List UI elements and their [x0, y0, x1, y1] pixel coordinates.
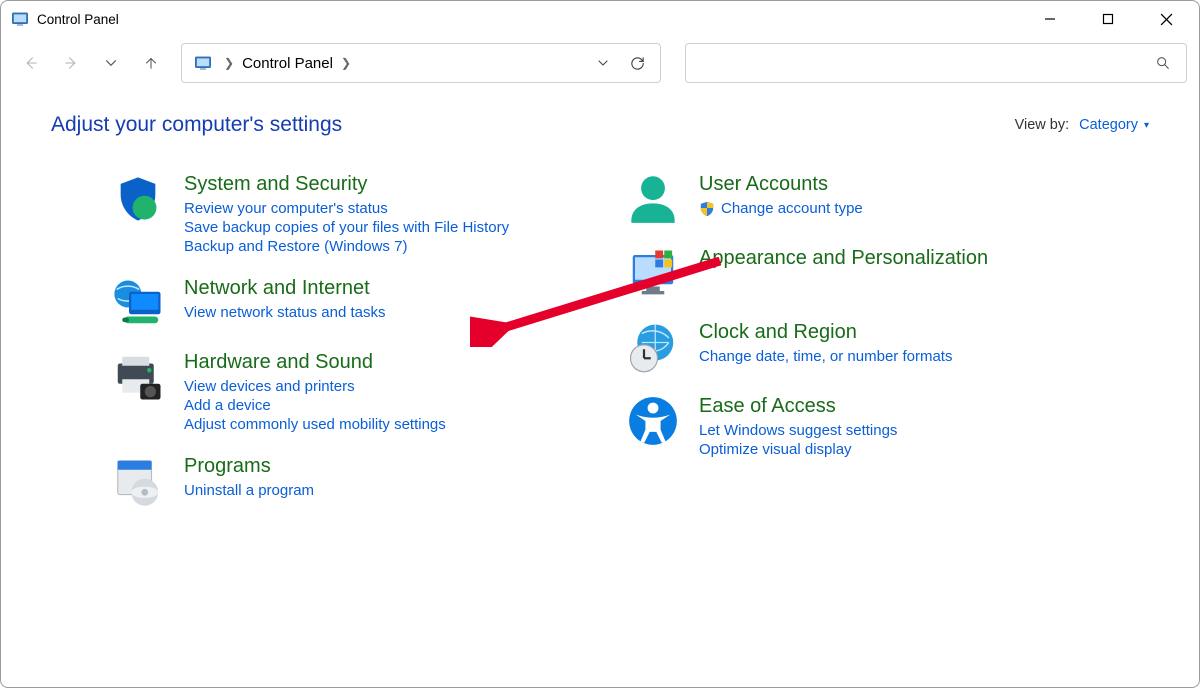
programs-icon — [110, 453, 166, 509]
monitor-icon — [625, 245, 681, 301]
user-icon — [625, 171, 681, 227]
titlebar: Control Panel — [1, 1, 1199, 37]
category-title[interactable]: System and Security — [184, 173, 585, 196]
category-grid: System and Security Review your computer… — [100, 167, 1100, 523]
shield-icon — [110, 171, 166, 227]
window-title: Control Panel — [37, 12, 119, 27]
search-input[interactable] — [692, 55, 1146, 71]
caret-down-icon: ▾ — [1144, 120, 1149, 131]
category-clock-and-region: Clock and Region Change date, time, or n… — [615, 315, 1100, 389]
category-appearance: Appearance and Personalization — [615, 241, 1100, 315]
search-box[interactable] — [685, 43, 1187, 83]
category-title[interactable]: Programs — [184, 455, 585, 478]
chevron-right-icon[interactable]: ❯ — [337, 56, 355, 70]
nav-forward-button[interactable] — [53, 45, 89, 81]
category-programs: Programs Uninstall a program — [100, 449, 585, 523]
category-network-and-internet: Network and Internet View network status… — [100, 271, 585, 345]
chevron-right-icon[interactable]: ❯ — [220, 56, 238, 70]
breadcrumb-control-panel[interactable]: Control Panel — [238, 53, 337, 74]
link-change-account-type[interactable]: Change account type — [699, 200, 1100, 217]
nav-toolbar: ❯ Control Panel ❯ — [1, 37, 1199, 93]
window-maximize-button[interactable] — [1079, 1, 1137, 37]
link-windows-suggest[interactable]: Let Windows suggest settings — [699, 422, 1100, 439]
view-by-dropdown[interactable]: Category ▾ — [1079, 117, 1149, 133]
window-close-button[interactable] — [1137, 1, 1195, 37]
category-hardware-and-sound: Hardware and Sound View devices and prin… — [100, 345, 585, 449]
category-system-and-security: System and Security Review your computer… — [100, 167, 585, 271]
left-column: System and Security Review your computer… — [100, 167, 585, 523]
link-backup-restore[interactable]: Backup and Restore (Windows 7) — [184, 238, 585, 255]
category-title[interactable]: Network and Internet — [184, 277, 585, 300]
content-header: Adjust your computer's settings View by:… — [51, 113, 1149, 137]
window-minimize-button[interactable] — [1021, 1, 1079, 37]
link-optimize-display[interactable]: Optimize visual display — [699, 441, 1100, 458]
link-mobility-settings[interactable]: Adjust commonly used mobility settings — [184, 416, 585, 433]
link-file-history[interactable]: Save backup copies of your files with Fi… — [184, 219, 585, 236]
control-panel-icon — [11, 10, 29, 28]
control-panel-icon — [194, 53, 214, 73]
category-title[interactable]: User Accounts — [699, 173, 1100, 196]
uac-shield-icon — [699, 201, 715, 217]
category-title[interactable]: Hardware and Sound — [184, 351, 585, 374]
link-devices-printers[interactable]: View devices and printers — [184, 378, 585, 395]
nav-back-button[interactable] — [13, 45, 49, 81]
right-column: User Accounts — [615, 167, 1100, 523]
network-icon — [110, 275, 166, 331]
nav-recent-dropdown[interactable] — [93, 45, 129, 81]
refresh-button[interactable] — [620, 44, 654, 82]
category-user-accounts: User Accounts — [615, 167, 1100, 241]
link-review-status[interactable]: Review your computer's status — [184, 200, 585, 217]
view-by-value: Category — [1079, 117, 1138, 133]
window-frame: Control Panel — [0, 0, 1200, 688]
link-network-status[interactable]: View network status and tasks — [184, 304, 585, 321]
content-area: Adjust your computer's settings View by:… — [1, 93, 1199, 687]
address-bar[interactable]: ❯ Control Panel ❯ — [181, 43, 661, 83]
printer-icon — [110, 349, 166, 405]
view-by-label: View by: — [1015, 117, 1070, 133]
category-title[interactable]: Appearance and Personalization — [699, 247, 1100, 270]
nav-up-button[interactable] — [133, 45, 169, 81]
clock-globe-icon — [625, 319, 681, 375]
link-uninstall-program[interactable]: Uninstall a program — [184, 482, 585, 499]
link-text: Change account type — [721, 200, 863, 217]
accessibility-icon — [625, 393, 681, 449]
category-title[interactable]: Ease of Access — [699, 395, 1100, 418]
search-icon[interactable] — [1146, 44, 1180, 82]
link-date-time-formats[interactable]: Change date, time, or number formats — [699, 348, 1100, 365]
page-heading: Adjust your computer's settings — [51, 113, 342, 137]
link-add-device[interactable]: Add a device — [184, 397, 585, 414]
address-dropdown-button[interactable] — [586, 44, 620, 82]
category-ease-of-access: Ease of Access Let Windows suggest setti… — [615, 389, 1100, 474]
category-title[interactable]: Clock and Region — [699, 321, 1100, 344]
